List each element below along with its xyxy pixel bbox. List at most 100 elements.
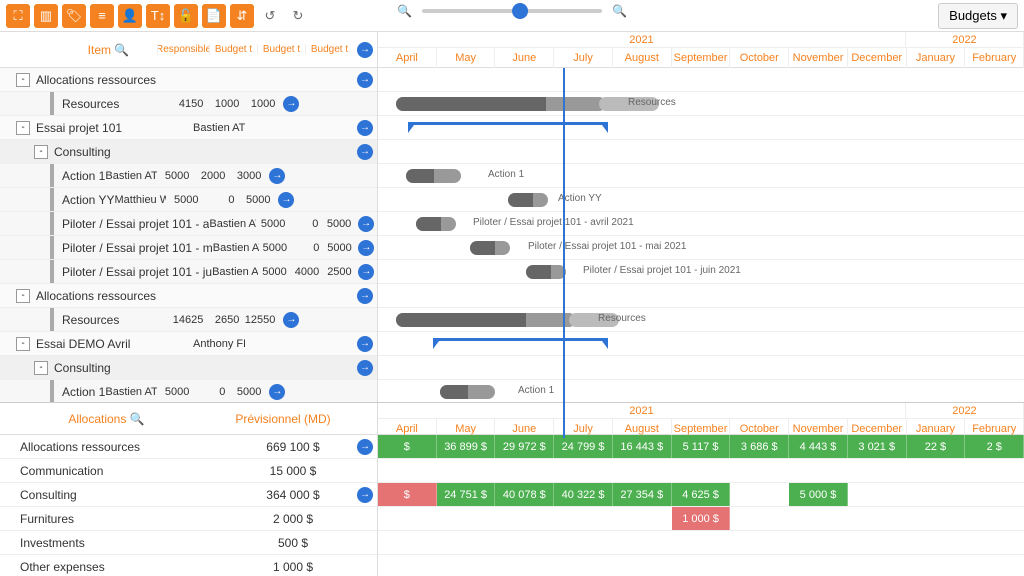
alloc-cell[interactable] — [965, 531, 1024, 554]
alloc-cell[interactable] — [789, 555, 848, 576]
alloc-cell[interactable] — [554, 459, 613, 482]
alloc-cell[interactable]: 3 686 $ — [730, 435, 789, 458]
row-arrow-icon[interactable]: → — [357, 360, 373, 376]
alloc-cell[interactable] — [789, 531, 848, 554]
redo-icon[interactable]: ↻ — [286, 4, 310, 28]
col-budget3[interactable]: Budget t — [305, 44, 353, 55]
expand-toggle[interactable]: - — [16, 289, 30, 303]
zoom-handle[interactable] — [512, 3, 528, 19]
zoom-out-icon[interactable]: 🔍 — [612, 4, 627, 18]
alloc-col2[interactable]: Prévisionnel (MD) — [213, 412, 353, 426]
task-row[interactable]: Piloter / Essai projet 101 - mBastien AT… — [0, 236, 377, 260]
task-row[interactable]: Action 1Bastien ATI500005000→ — [0, 380, 377, 404]
search-icon[interactable]: 🔍 — [130, 412, 145, 426]
search-icon[interactable]: 🔍 — [114, 43, 129, 57]
task-row[interactable]: -Essai DEMO AvrilAnthony FL→ — [0, 332, 377, 356]
task-row[interactable]: -Consulting→ — [0, 356, 377, 380]
task-row[interactable]: -Essai projet 101Bastien ATI→ — [0, 116, 377, 140]
alloc-cell[interactable]: 5 000 $ — [789, 483, 848, 506]
alloc-cell[interactable]: 1 000 $ — [672, 507, 731, 530]
zoom-in-icon[interactable]: 🔍 — [397, 4, 412, 18]
alloc-cell[interactable] — [613, 555, 672, 576]
alloc-cell[interactable] — [378, 507, 437, 530]
undo-icon[interactable]: ↺ — [258, 4, 282, 28]
alloc-row[interactable]: Investments500 $ — [0, 531, 377, 555]
file-icon[interactable]: 📄 — [202, 4, 226, 28]
alloc-cell[interactable] — [495, 531, 554, 554]
row-arrow-icon[interactable]: → — [357, 144, 373, 160]
row-arrow-icon[interactable]: → — [357, 336, 373, 352]
row-arrow-icon[interactable]: → — [357, 439, 373, 455]
alloc-cell[interactable] — [730, 507, 789, 530]
alloc-cell[interactable]: 4 625 $ — [672, 483, 731, 506]
alloc-cell[interactable] — [907, 531, 966, 554]
alloc-col1[interactable]: Allocations 🔍 — [0, 412, 213, 426]
col-responsible[interactable]: Responsible — [157, 44, 209, 55]
alloc-cell[interactable]: 24 751 $ — [437, 483, 496, 506]
alloc-cell[interactable]: 4 443 $ — [789, 435, 848, 458]
month-cell[interactable]: June — [495, 48, 554, 68]
gantt-bar[interactable] — [396, 313, 576, 327]
alloc-cell[interactable] — [378, 531, 437, 554]
alloc-cell[interactable]: 29 972 $ — [495, 435, 554, 458]
alloc-cell[interactable] — [907, 459, 966, 482]
col-budget2[interactable]: Budget t — [257, 44, 305, 55]
alloc-cell[interactable]: 5 117 $ — [672, 435, 731, 458]
alloc-cell[interactable] — [554, 507, 613, 530]
unlock-icon[interactable]: 🔓 — [174, 4, 198, 28]
alloc-row[interactable]: Other expenses1 000 $ — [0, 555, 377, 576]
alloc-cell[interactable] — [965, 483, 1024, 506]
expand-toggle[interactable]: - — [16, 121, 30, 135]
alloc-cell[interactable] — [965, 555, 1024, 576]
month-cell[interactable]: August — [613, 48, 672, 68]
alloc-cell[interactable] — [848, 459, 907, 482]
gantt-bar[interactable] — [396, 97, 606, 111]
gantt-bracket[interactable] — [408, 122, 608, 134]
alloc-cell[interactable] — [730, 483, 789, 506]
gantt-bar[interactable] — [508, 193, 548, 207]
row-arrow-icon[interactable]: → — [358, 240, 374, 256]
columns-next-icon[interactable]: → — [357, 42, 373, 58]
alloc-cell[interactable]: 40 322 $ — [554, 483, 613, 506]
task-row[interactable]: -Allocations ressources→ — [0, 68, 377, 92]
row-arrow-icon[interactable]: → — [357, 288, 373, 304]
alloc-cell[interactable] — [672, 555, 731, 576]
alloc-cell[interactable] — [437, 459, 496, 482]
alloc-cell[interactable] — [437, 507, 496, 530]
month-cell[interactable]: November — [789, 48, 848, 68]
alloc-cell[interactable]: 40 078 $ — [495, 483, 554, 506]
alloc-cell[interactable] — [965, 507, 1024, 530]
sort-icon[interactable]: ⇵ — [230, 4, 254, 28]
row-arrow-icon[interactable]: → — [269, 168, 285, 184]
gantt-area[interactable]: Resources▸Action 1Action YYPiloter / Ess… — [378, 68, 1024, 438]
user-icon[interactable]: 👤 — [118, 4, 142, 28]
task-row[interactable]: Action YYMatthieu W500005000→ — [0, 188, 377, 212]
alloc-cell[interactable] — [730, 459, 789, 482]
task-row[interactable]: -Consulting→ — [0, 140, 377, 164]
columns-icon[interactable]: ▥ — [34, 4, 58, 28]
expand-toggle[interactable]: - — [34, 361, 48, 375]
alloc-cell[interactable] — [907, 483, 966, 506]
month-cell[interactable]: May — [437, 48, 496, 68]
zoom-slider[interactable] — [422, 9, 602, 13]
task-row[interactable]: Piloter / Essai projet 101 - aBastien AT… — [0, 212, 377, 236]
alloc-cell[interactable] — [848, 555, 907, 576]
expand-toggle[interactable]: - — [16, 337, 30, 351]
gantt-bar[interactable] — [440, 385, 495, 399]
alloc-row[interactable]: Allocations ressources669 100 $→ — [0, 435, 377, 459]
alloc-cell[interactable] — [613, 507, 672, 530]
chevron-icon[interactable]: ▸ — [390, 146, 395, 157]
alloc-cell[interactable] — [789, 459, 848, 482]
month-cell[interactable]: April — [378, 48, 437, 68]
task-row[interactable]: Resources415010001000→ — [0, 92, 377, 116]
task-row[interactable]: Piloter / Essai projet 101 - juBastien A… — [0, 260, 377, 284]
alloc-cell[interactable] — [789, 507, 848, 530]
alloc-cell[interactable] — [907, 555, 966, 576]
alloc-cell[interactable]: 3 021 $ — [848, 435, 907, 458]
fit-icon[interactable]: ⛶ — [6, 4, 30, 28]
alloc-cell[interactable] — [554, 531, 613, 554]
alloc-cell[interactable] — [848, 531, 907, 554]
alloc-cell[interactable] — [378, 459, 437, 482]
month-cell[interactable]: January — [907, 48, 966, 68]
row-arrow-icon[interactable]: → — [357, 487, 373, 503]
